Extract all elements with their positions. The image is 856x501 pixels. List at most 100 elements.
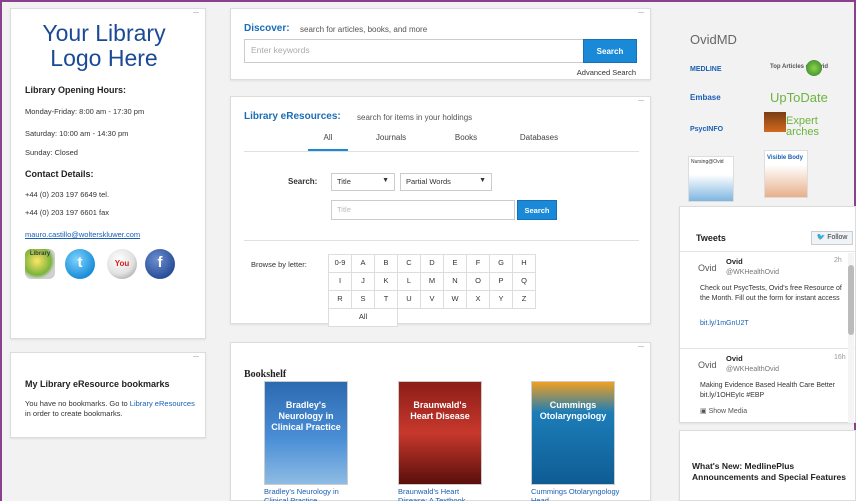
hours-weekday: Monday-Friday: 8:00 am - 17:30 pm: [25, 107, 145, 116]
letter-all[interactable]: All: [328, 308, 398, 327]
letter-q[interactable]: Q: [512, 272, 536, 291]
letter-f[interactable]: F: [466, 254, 490, 273]
letter-h[interactable]: H: [512, 254, 536, 273]
letter-k[interactable]: K: [374, 272, 398, 291]
tweet-timestamp[interactable]: 2h: [834, 257, 842, 264]
divider: [680, 251, 856, 252]
advanced-search-link[interactable]: Advanced Search: [577, 68, 636, 77]
show-media-label: Show Media: [708, 408, 748, 415]
tweet-author-name[interactable]: Ovid: [726, 257, 743, 266]
letter-c[interactable]: C: [397, 254, 421, 273]
tweets-panel: Tweets 🐦 Follow Ovid Ovid @WKHealthOvid …: [679, 206, 856, 423]
book-caption-link[interactable]: Braunwald's Heart Disease: A Textbook: [398, 487, 490, 501]
chevron-down-icon: ▼: [479, 177, 486, 184]
letter-x[interactable]: X: [466, 290, 490, 309]
letter-j[interactable]: J: [351, 272, 375, 291]
letter-d[interactable]: D: [420, 254, 444, 273]
eresources-search-button[interactable]: Search: [517, 200, 557, 220]
hours-saturday: Saturday: 10:00 am - 14:30 pm: [25, 129, 129, 138]
letter-s[interactable]: S: [351, 290, 375, 309]
eresources-title: Library eResources:: [244, 111, 341, 122]
letter-l[interactable]: L: [397, 272, 421, 291]
active-tab-indicator: [308, 149, 348, 151]
medline-logo[interactable]: MEDLINE: [690, 66, 722, 73]
letter-w[interactable]: W: [443, 290, 467, 309]
book-caption-link[interactable]: Cummings Otolaryngology Head: [531, 487, 623, 501]
nursing-label: Nursing@Ovid: [691, 159, 724, 165]
letter-0-9[interactable]: 0-9: [328, 254, 352, 273]
show-media-link[interactable]: ▣ Show Media: [700, 407, 747, 415]
title-search-input[interactable]: Title: [331, 200, 515, 220]
psycinfo-logo[interactable]: PsycINFO: [690, 126, 723, 133]
opening-hours-title: Library Opening Hours:: [25, 85, 127, 95]
youtube-icon[interactable]: You: [107, 249, 137, 279]
avatar[interactable]: Ovid: [698, 360, 717, 370]
eresources-panel: Library eResources: search for items in …: [230, 96, 651, 327]
tweet-author-name[interactable]: Ovid: [726, 354, 743, 363]
letter-y[interactable]: Y: [489, 290, 513, 309]
letter-m[interactable]: M: [420, 272, 444, 291]
tweet-link[interactable]: bit.ly/1mGnU2T: [700, 320, 749, 327]
contact-email-link[interactable]: mauro.castillo@wolterskluwer.com: [25, 230, 140, 239]
bookmarks-text: You have no bookmarks. Go to Library eRe…: [25, 399, 195, 419]
uptodate-logo[interactable]: UpToDate: [770, 90, 828, 105]
search-mode-select[interactable]: Partial Words ▼: [400, 173, 492, 191]
tweet-author-handle[interactable]: @WKHealthOvid: [726, 366, 779, 373]
letter-p[interactable]: P: [489, 272, 513, 291]
twitter-icon[interactable]: t: [65, 249, 95, 279]
tweet-author-handle[interactable]: @WKHealthOvid: [726, 269, 779, 276]
letter-g[interactable]: G: [489, 254, 513, 273]
panel-corner: [638, 12, 644, 13]
tab-all[interactable]: All: [308, 133, 348, 142]
search-type-select[interactable]: Title ▼: [331, 173, 395, 191]
library-logo[interactable]: Your Library Logo Here: [21, 21, 187, 79]
letter-e[interactable]: E: [443, 254, 467, 273]
whats-new-panel: What's New: MedlinePlus Announcements an…: [679, 430, 856, 501]
eresources-subtitle: search for items in your holdings: [357, 113, 473, 122]
letter-r[interactable]: R: [328, 290, 352, 309]
book-caption-link[interactable]: Bradley's Neurology in Clinical Practice: [264, 487, 356, 501]
book-cover[interactable]: Braunwald's Heart Disease: [398, 381, 482, 485]
panel-corner: [193, 12, 199, 13]
browse-by-letter-label: Browse by letter:: [251, 260, 307, 269]
tab-databases[interactable]: Databases: [514, 133, 564, 142]
tab-journals[interactable]: Journals: [371, 133, 411, 142]
nursing-ovid-logo[interactable]: Nursing@Ovid: [688, 156, 734, 202]
camera-icon: ▣: [700, 408, 707, 415]
tweet-timestamp[interactable]: 16h: [834, 354, 846, 361]
letter-v[interactable]: V: [420, 290, 444, 309]
bookshelf-panel: Bookshelf Bradley's Neurology in Clinica…: [230, 342, 651, 501]
letter-a[interactable]: A: [351, 254, 375, 273]
letter-b[interactable]: B: [374, 254, 398, 273]
letter-o[interactable]: O: [466, 272, 490, 291]
logo-line2: Logo Here: [50, 45, 158, 71]
book-cover[interactable]: Cummings Otolaryngology: [531, 381, 615, 485]
tweets-title: Tweets: [696, 233, 726, 243]
letter-z[interactable]: Z: [512, 290, 536, 309]
letter-grid: 0-9 A B C D E F G H I J K L M N O P Q R S T U V W X Y Z All: [328, 254, 537, 327]
search-mode-value: Partial Words: [406, 177, 451, 186]
follow-button[interactable]: 🐦 Follow: [811, 231, 853, 245]
discover-search-input[interactable]: Enter keywords: [244, 39, 584, 63]
letter-u[interactable]: U: [397, 290, 421, 309]
books-icon[interactable]: Library: [25, 249, 55, 279]
discover-subtitle: search for articles, books, and more: [300, 25, 428, 34]
library-eresources-link[interactable]: Library eResources: [130, 399, 195, 408]
discover-search-button[interactable]: Search: [583, 39, 637, 63]
facebook-icon[interactable]: f: [145, 249, 175, 279]
panel-corner: [638, 100, 644, 101]
letter-n[interactable]: N: [443, 272, 467, 291]
contact-tel: +44 (0) 203 197 6649 tel.: [25, 190, 110, 199]
embase-logo[interactable]: Embase: [690, 93, 721, 102]
expert-searches-logo[interactable]: Expert arches: [786, 116, 819, 138]
scrollbar-thumb[interactable]: [848, 265, 854, 335]
book-cover[interactable]: Bradley's Neurology in Clinical Practice: [264, 381, 348, 485]
avatar[interactable]: Ovid: [698, 263, 717, 273]
tweet-text: Check out PsycTests, Ovid's free Resourc…: [700, 285, 842, 302]
chevron-down-icon: ▼: [382, 177, 389, 184]
letter-i[interactable]: I: [328, 272, 352, 291]
tab-books[interactable]: Books: [446, 133, 486, 142]
ovidmd-logo[interactable]: OvidMD: [690, 32, 737, 47]
letter-t[interactable]: T: [374, 290, 398, 309]
visible-body-logo[interactable]: Visible Body: [764, 150, 808, 198]
